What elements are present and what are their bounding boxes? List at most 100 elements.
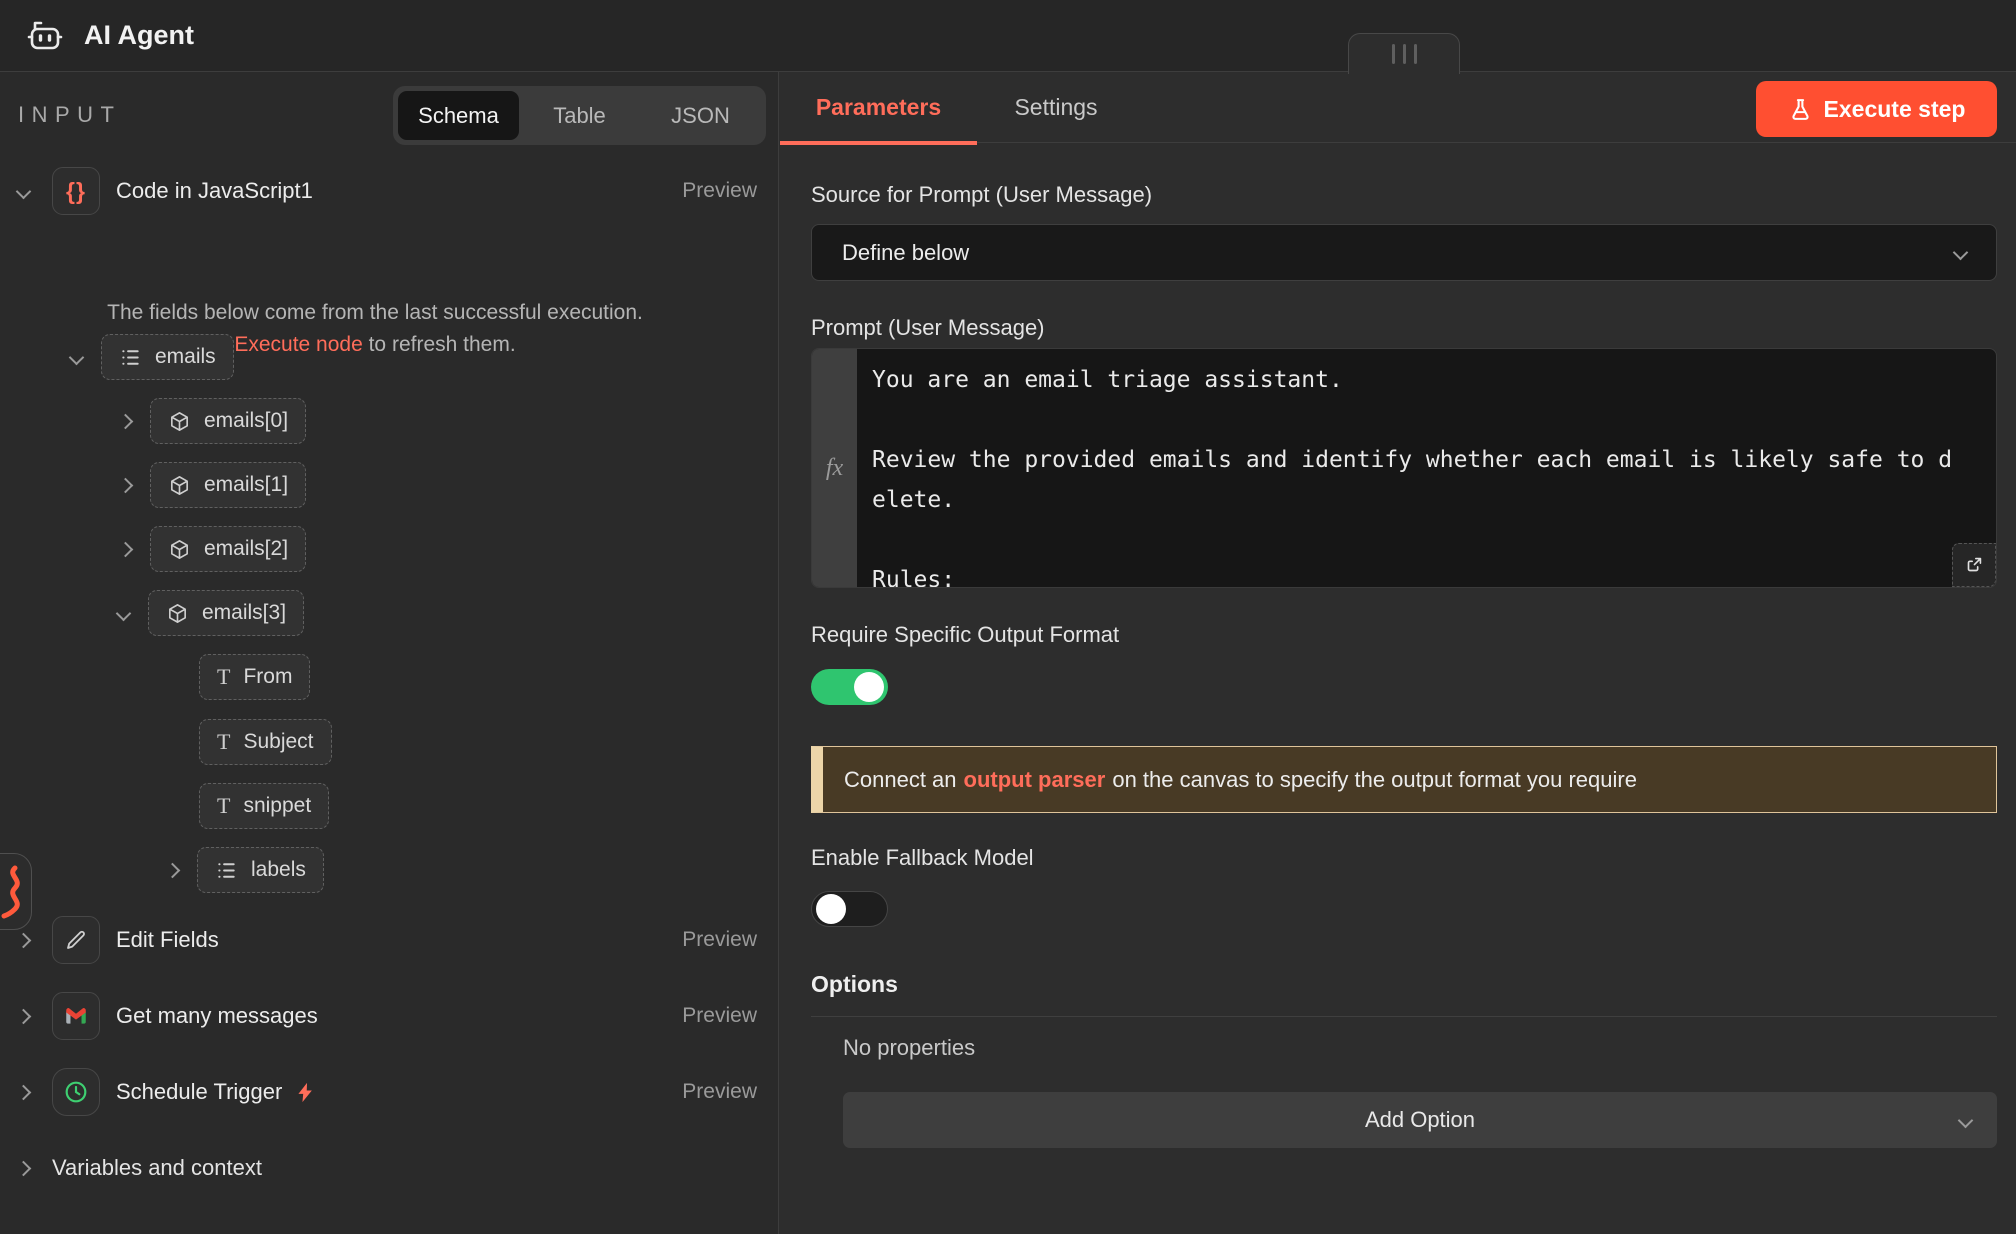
add-option-button[interactable]: Add Option <box>843 1092 1997 1148</box>
input-node-row-gmail[interactable]: Get many messages Preview <box>0 992 778 1040</box>
schema-item-emails1[interactable]: emails[1] <box>150 462 306 508</box>
schema-item-emails2[interactable]: emails[2] <box>150 526 306 572</box>
tab-settings[interactable]: Settings <box>977 72 1135 143</box>
chevron-right-icon[interactable] <box>16 1084 32 1100</box>
add-option-label: Add Option <box>843 1107 1997 1133</box>
schema-item-emails0[interactable]: emails[0] <box>150 398 306 444</box>
schema-item-label: From <box>243 665 292 689</box>
chevron-right-icon[interactable] <box>16 932 32 948</box>
execute-step-label: Execute step <box>1824 96 1966 123</box>
source-for-prompt-label: Source for Prompt (User Message) <box>811 182 1152 208</box>
schema-item-from[interactable]: T From <box>199 654 310 700</box>
list-icon <box>215 859 238 882</box>
tab-schema[interactable]: Schema <box>398 91 519 140</box>
chevron-down-icon <box>1953 245 1969 261</box>
schema-item-label: emails[1] <box>204 473 288 497</box>
parameters-panel: Parameters Settings Execute step Source … <box>780 72 2016 1234</box>
prompt-editor[interactable]: fx You are an email triage assistant. Re… <box>811 348 1997 588</box>
node-name: Edit Fields <box>116 927 219 953</box>
preview-link[interactable]: Preview <box>682 1080 757 1104</box>
canvas-node-peek[interactable] <box>0 853 32 930</box>
ndv-overlay: AI Agent INPUT Schema Table JSON {} Code… <box>0 0 2016 1234</box>
input-node-row-schedule[interactable]: Schedule Trigger Preview <box>0 1068 778 1116</box>
prompt-label: Prompt (User Message) <box>811 315 1045 341</box>
schema-item-label: emails[0] <box>204 409 288 433</box>
schema-item-labels[interactable]: labels <box>197 847 324 893</box>
chevron-down-icon[interactable] <box>116 605 132 621</box>
schema-item-snippet[interactable]: T snippet <box>199 783 329 829</box>
chevron-right-icon[interactable] <box>165 862 181 878</box>
source-for-prompt-value: Define below <box>842 240 969 266</box>
tab-json[interactable]: JSON <box>640 91 761 140</box>
execute-step-button[interactable]: Execute step <box>1756 81 1997 137</box>
schema-item-emails[interactable]: emails <box>101 334 234 380</box>
tree-row: T From <box>0 653 778 701</box>
panel-drag-handle[interactable] <box>1348 33 1460 74</box>
prompt-text[interactable]: You are an email triage assistant. Revie… <box>857 349 1996 587</box>
tree-row: T snippet <box>0 782 778 830</box>
tab-parameters[interactable]: Parameters <box>780 72 977 143</box>
tree-row: emails <box>0 333 778 381</box>
code-node-icon: {} <box>52 167 100 215</box>
clock-icon <box>52 1068 100 1116</box>
display-mode-switcher: Schema Table JSON <box>393 86 766 145</box>
text-type-icon: T <box>217 664 230 690</box>
gmail-icon <box>52 992 100 1040</box>
node-name: Code in JavaScript1 <box>116 178 313 204</box>
schema-item-label: snippet <box>243 794 311 818</box>
output-parser-warning: Connect an output parseron the canvas to … <box>811 746 1997 813</box>
require-output-format-toggle[interactable] <box>811 669 888 705</box>
braces-icon: {} <box>66 178 86 205</box>
chevron-down-icon[interactable] <box>16 183 32 199</box>
chevron-right-icon[interactable] <box>16 1160 32 1176</box>
warning-suffix: on the canvas to specify the output form… <box>1112 767 1637 793</box>
trigger-bolt-icon <box>294 1081 317 1104</box>
input-node-row-variables[interactable]: Variables and context <box>0 1144 778 1192</box>
source-for-prompt-select[interactable]: Define below <box>811 224 1997 281</box>
schema-item-label: Subject <box>243 730 313 754</box>
tree-row: emails[0] <box>0 397 778 445</box>
schema-item-emails3[interactable]: emails[3] <box>148 590 304 636</box>
node-name: Get many messages <box>116 1003 318 1029</box>
preview-link[interactable]: Preview <box>682 928 757 952</box>
cube-icon <box>166 602 189 625</box>
chevron-right-icon[interactable] <box>118 541 134 557</box>
preview-link[interactable]: Preview <box>682 179 757 203</box>
tree-row: emails[1] <box>0 461 778 509</box>
input-node-row[interactable]: {} Code in JavaScript1 Preview <box>0 167 778 215</box>
tree-row: emails[2] <box>0 525 778 573</box>
tree-row: T Subject <box>0 718 778 766</box>
require-output-format-label: Require Specific Output Format <box>811 622 1119 648</box>
options-heading: Options <box>811 971 898 998</box>
fallback-model-toggle[interactable] <box>811 891 888 927</box>
output-parser-link: output parser <box>964 767 1106 793</box>
options-divider <box>811 1016 1997 1017</box>
schema-item-label: emails[2] <box>204 537 288 561</box>
no-properties-text: No properties <box>843 1035 975 1061</box>
warning-prefix: Connect an <box>844 767 957 793</box>
node-title: AI Agent <box>84 20 194 51</box>
node-name: Variables and context <box>52 1155 262 1181</box>
expression-fx-gutter: fx <box>812 349 857 587</box>
cube-icon <box>168 538 191 561</box>
chevron-right-icon[interactable] <box>118 477 134 493</box>
chevron-right-icon[interactable] <box>118 413 134 429</box>
input-node-row-edit-fields[interactable]: Edit Fields Preview <box>0 916 778 964</box>
tree-row: emails[3] <box>0 589 778 637</box>
schema-item-label: emails <box>155 345 216 369</box>
tab-table[interactable]: Table <box>519 91 640 140</box>
chevron-right-icon[interactable] <box>16 1008 32 1024</box>
cube-icon <box>168 410 191 433</box>
expand-editor-button[interactable] <box>1952 543 1996 587</box>
text-type-icon: T <box>217 729 230 755</box>
notice-text: The fields below come from the last succ… <box>107 301 643 324</box>
schema-item-label: labels <box>251 858 306 882</box>
preview-link[interactable]: Preview <box>682 1004 757 1028</box>
robot-icon <box>24 15 66 57</box>
text-type-icon: T <box>217 793 230 819</box>
schema-item-label: emails[3] <box>202 601 286 625</box>
node-name: Schedule Trigger <box>116 1079 282 1105</box>
chevron-down-icon[interactable] <box>69 349 85 365</box>
cube-icon <box>168 474 191 497</box>
schema-item-subject[interactable]: T Subject <box>199 719 332 765</box>
